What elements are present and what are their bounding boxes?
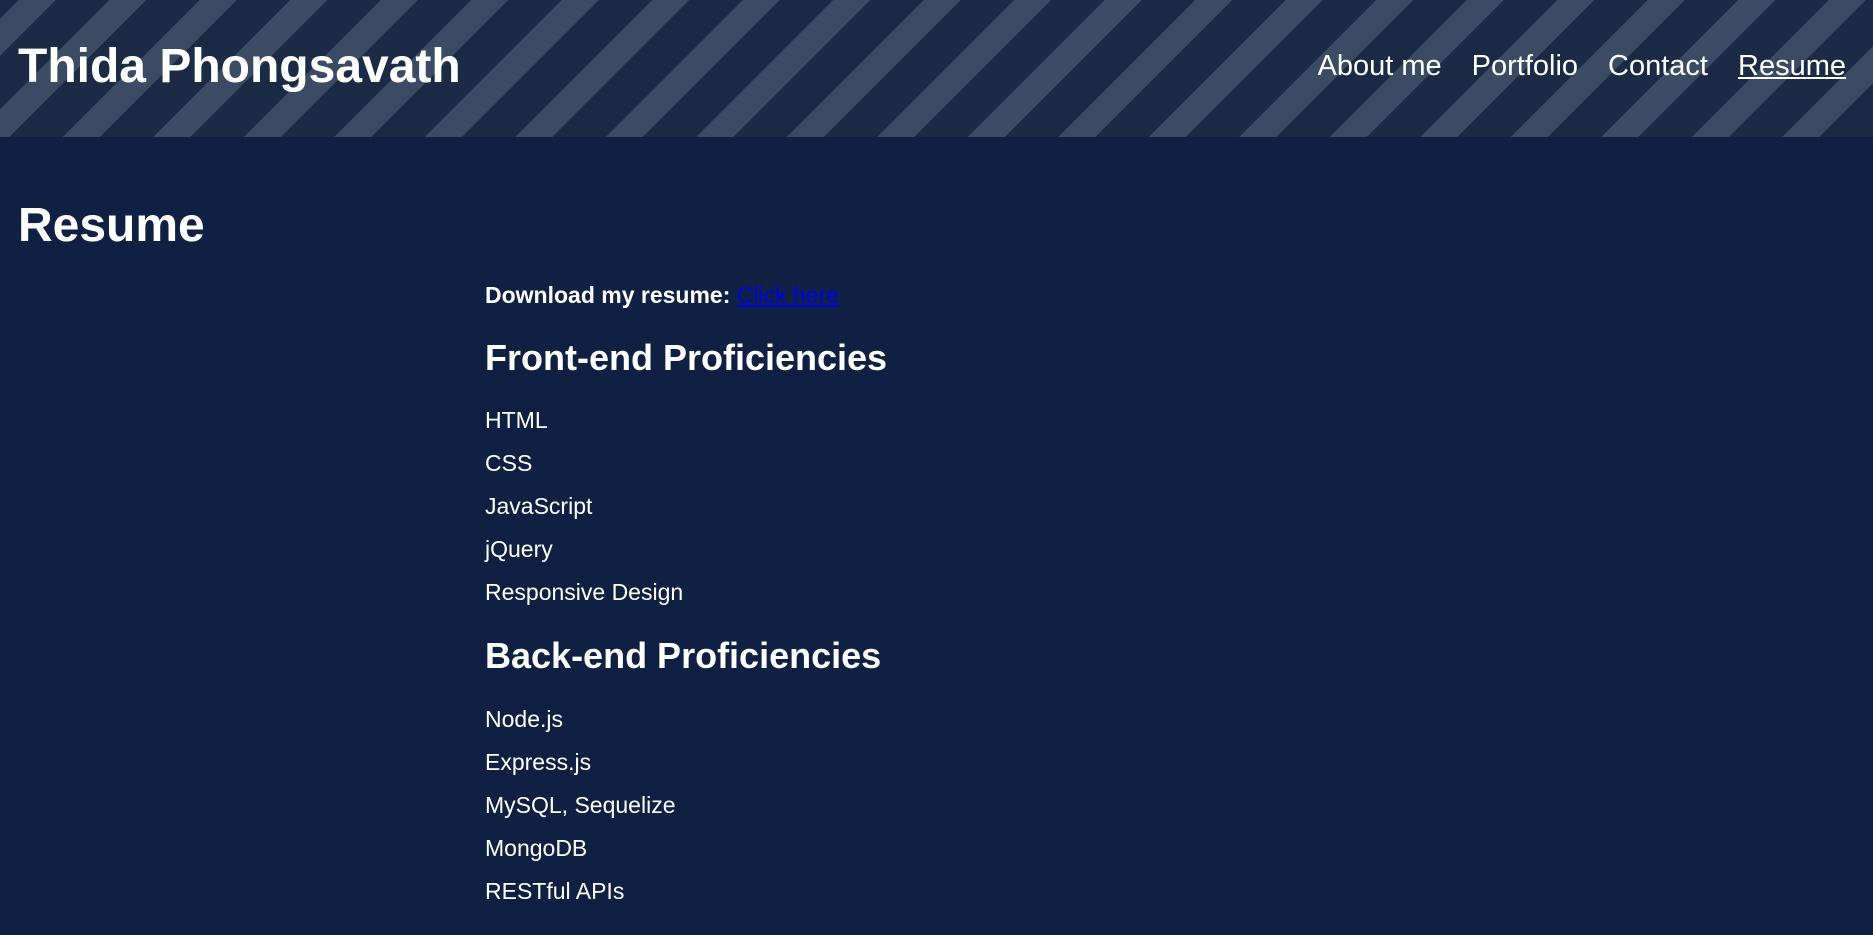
skill-item: jQuery [485,536,553,563]
skill-item: RESTful APIs [485,877,625,904]
nav-link-portfolio[interactable]: Portfolio [1472,50,1578,83]
skill-item: MySQL, Sequelize [485,791,676,818]
front-end-heading: Front-end Proficiencies [485,336,888,378]
back-end-skill-list: Node.js Express.js MySQL, Sequelize Mong… [485,698,1385,913]
skill-item: HTML [485,407,548,434]
site-header: Thida Phongsavath About me Portfolio Con… [0,0,1873,137]
skill-item: CSS [485,450,533,477]
skill-item: JavaScript [485,493,593,520]
download-resume-line: Download my resume: Click here [485,282,1385,310]
skill-item: Responsive Design [485,579,684,606]
front-end-skill-list: HTML CSS JavaScript jQuery Responsive De… [485,399,1385,614]
site-title: Thida Phongsavath [18,39,461,93]
main-nav: About me Portfolio Contact Resume [1318,50,1846,83]
nav-link-contact[interactable]: Contact [1608,50,1708,83]
nav-link-resume[interactable]: Resume [1738,50,1846,83]
back-end-heading: Back-end Proficiencies [485,635,882,677]
download-label: Download my resume: [485,282,731,308]
page-heading: Resume [18,199,205,252]
skill-item: Node.js [485,705,563,732]
nav-link-about-me[interactable]: About me [1318,50,1442,83]
skill-item: Express.js [485,748,592,775]
download-resume-link[interactable]: Click here [737,282,839,308]
resume-content: Download my resume: Click here Front-end… [485,282,1385,935]
skill-item: MongoDB [485,834,588,861]
